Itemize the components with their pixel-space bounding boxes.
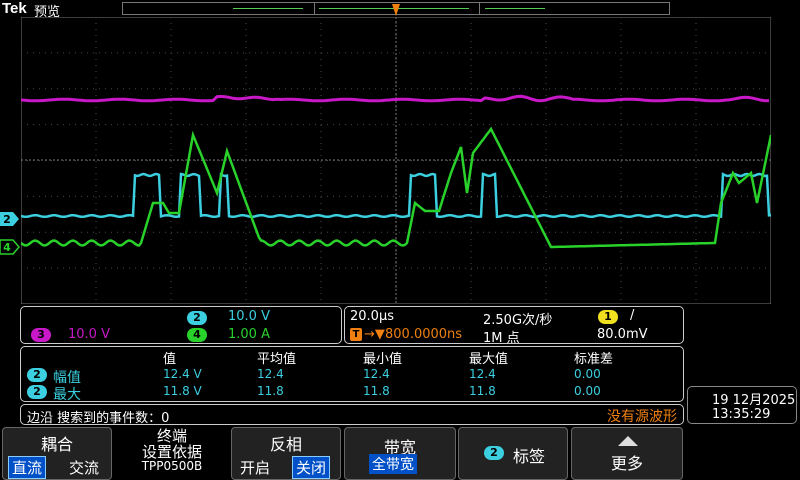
trigger-arrow-icon: →▼: [364, 327, 385, 342]
coupling-button[interactable]: 耦合 直流 交流: [2, 427, 112, 480]
search-status-bar[interactable]: 边沿 搜索到的事件数：0 没有源波形: [20, 404, 684, 426]
bandwidth-value: 全带宽: [369, 454, 417, 474]
channel-info-panel[interactable]: 2 10.0 V 3 10.0 V 4 1.00 A: [20, 306, 342, 344]
trigger-icon: T: [350, 328, 362, 341]
no-source-warning: 没有源波形: [607, 409, 677, 425]
sample-rate: 2.50G次/秒: [483, 313, 553, 328]
chevron-up-icon: [618, 436, 638, 446]
channel-markers: 2 4: [0, 212, 20, 255]
brand-logo: Tek: [2, 0, 27, 17]
label-button[interactable]: 2 标签: [458, 427, 568, 480]
ch4-badge: 4: [187, 328, 207, 342]
trigger-slope: /: [630, 308, 635, 323]
datetime-panel: 19 12月2025 13:35:29: [687, 386, 797, 424]
invert-button[interactable]: 反相 开启 关闭: [231, 427, 341, 480]
ch3-scale: 10.0 V: [68, 327, 110, 342]
bandwidth-button[interactable]: 带宽 全带宽: [344, 427, 456, 480]
measurement-name: 最大: [53, 387, 81, 403]
termination-button[interactable]: 终端 设置依据 TPP0500B: [116, 427, 228, 480]
search-result: 边沿 搜索到的事件数：0: [27, 411, 170, 426]
trigger-source-badge: 1: [598, 310, 618, 324]
coupling-dc-option[interactable]: 直流: [8, 456, 47, 479]
ch3-badge: 3: [31, 328, 51, 342]
trigger-level: 80.0mV: [597, 327, 648, 342]
time-display: 13:35:29: [712, 407, 771, 422]
measurement-row[interactable]: 2 幅值 12.4 V 12.4 12.4 12.4 0.00: [21, 367, 685, 386]
timebase-panel[interactable]: 20.0µs 2.50G次/秒 1 / T →▼ 800.0000ns 1M 点…: [344, 306, 684, 346]
svg-text:2: 2: [3, 213, 11, 226]
record-length: 1M 点: [483, 331, 520, 346]
measurement-row[interactable]: 2 最大 11.8 V 11.8 11.8 11.8 0.00: [21, 384, 685, 403]
invert-off-option[interactable]: 关闭: [292, 456, 331, 479]
ch4-scale: 1.00 A: [228, 327, 270, 342]
measurement-headers: 值 平均值 最小值 最大值 标准差: [163, 352, 614, 367]
coupling-ac-option[interactable]: 交流: [69, 457, 99, 478]
invert-on-option[interactable]: 开启: [240, 457, 270, 478]
ch2-badge: 2: [187, 311, 207, 325]
more-button[interactable]: 更多: [571, 427, 683, 480]
measurement-table[interactable]: 值 平均值 最小值 最大值 标准差 2 幅值 12.4 V 12.4 12.4 …: [20, 346, 685, 403]
svg-text:4: 4: [3, 241, 11, 254]
date-display: 19 12月2025: [712, 393, 796, 408]
trigger-position: 800.0000ns: [385, 327, 463, 342]
ch2-scale: 10.0 V: [228, 309, 270, 324]
waveform-display[interactable]: [21, 17, 771, 304]
coupling-title: 耦合: [40, 435, 73, 454]
time-per-div: 20.0µs: [350, 309, 394, 324]
